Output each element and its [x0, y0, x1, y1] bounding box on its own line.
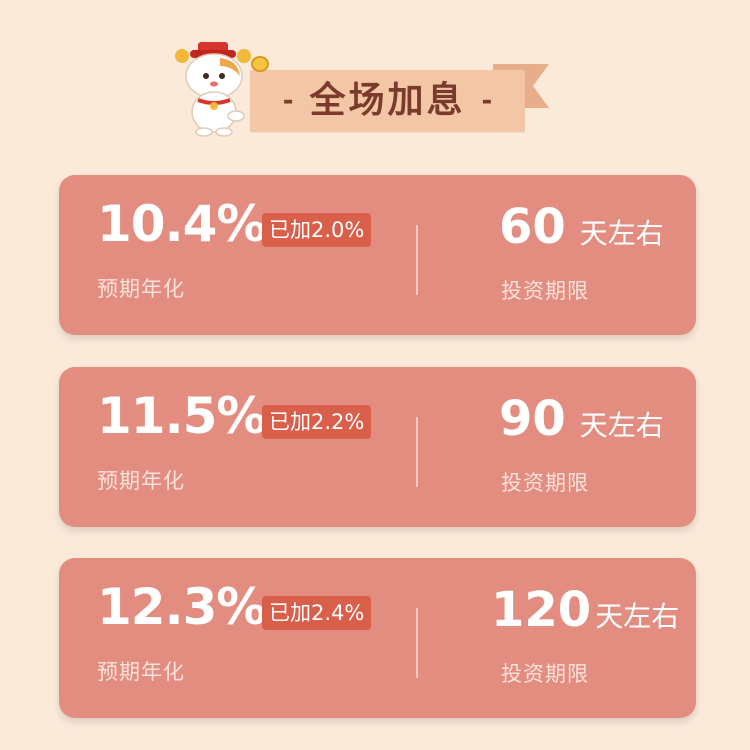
card-divider	[416, 417, 418, 487]
investment-term: 60 天左右	[499, 203, 664, 251]
bonus-badge: 已加2.4%	[262, 596, 372, 630]
page-title: 全场加息	[309, 80, 466, 121]
promo-header: - 全场加息 -	[0, 0, 750, 160]
card-divider	[416, 608, 418, 678]
annual-rate-label: 预期年化	[97, 469, 185, 493]
annual-rate-label: 预期年化	[97, 277, 185, 301]
product-card[interactable]: 11.5% 已加2.2% 预期年化 90 天左右 投资期限	[59, 367, 696, 527]
annual-rate: 11.5%	[97, 387, 266, 445]
bonus-badge: 已加2.0%	[262, 213, 372, 247]
title-banner: - 全场加息 -	[250, 70, 525, 132]
investment-term: 120 天左右	[491, 586, 679, 634]
banner-dash-right: -	[481, 86, 493, 116]
term-label: 投资期限	[501, 471, 589, 495]
term-unit: 天左右	[579, 217, 664, 250]
cat-god-of-wealth-icon	[175, 42, 269, 137]
term-number: 120	[491, 582, 592, 638]
term-number: 90	[499, 391, 566, 447]
term-unit: 天左右	[579, 409, 664, 442]
product-card[interactable]: 10.4% 已加2.0% 预期年化 60 天左右 投资期限	[59, 175, 696, 335]
annual-rate: 12.3%	[97, 578, 266, 636]
card-divider	[416, 225, 418, 295]
investment-term: 90 天左右	[499, 395, 664, 443]
term-label: 投资期限	[501, 662, 589, 686]
banner-dash-left: -	[282, 86, 294, 116]
annual-rate: 10.4%	[97, 195, 266, 253]
term-label: 投资期限	[501, 279, 589, 303]
annual-rate-label: 预期年化	[97, 660, 185, 684]
term-unit: 天左右	[595, 600, 680, 633]
product-card[interactable]: 12.3% 已加2.4% 预期年化 120 天左右 投资期限	[59, 558, 696, 718]
bonus-badge: 已加2.2%	[262, 405, 372, 439]
term-number: 60	[499, 199, 566, 255]
